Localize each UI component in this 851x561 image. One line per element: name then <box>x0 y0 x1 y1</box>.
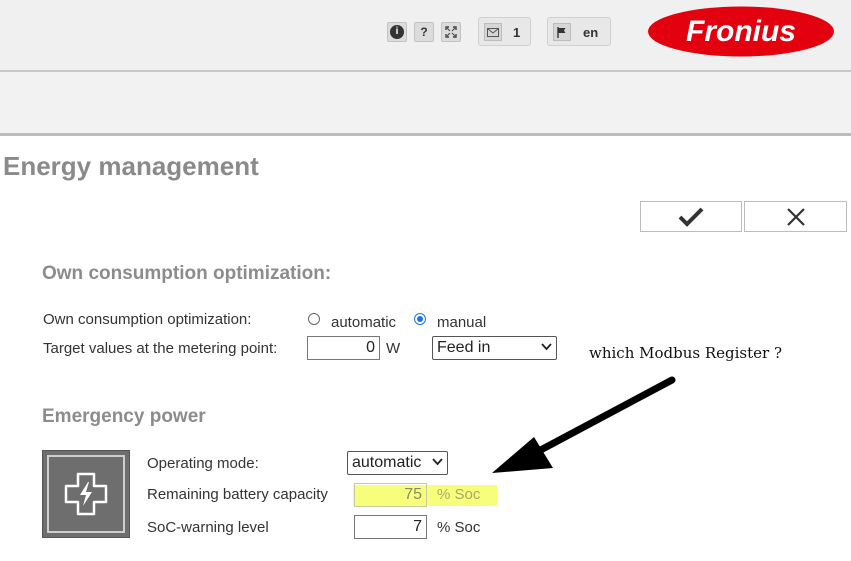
emergency-power-tile <box>42 450 130 538</box>
operating-mode-value: automatic <box>352 454 422 471</box>
cancel-button[interactable] <box>744 201 847 232</box>
target-unit-label: W <box>386 340 401 357</box>
sub-header-band <box>0 72 851 136</box>
chevron-down-icon <box>432 458 443 466</box>
target-values-label: Target values at the metering point: <box>43 340 278 357</box>
remaining-capacity-input[interactable]: 75 <box>354 483 427 507</box>
info-icon: i <box>390 25 404 39</box>
radio-automatic[interactable] <box>308 313 320 325</box>
help-button[interactable]: ? <box>414 22 434 42</box>
chevron-down-icon <box>541 343 552 351</box>
info-button[interactable]: i <box>387 22 407 42</box>
page-title: Energy management <box>3 151 259 181</box>
remaining-capacity-label: Remaining battery capacity <box>147 486 328 503</box>
fronius-logo: Fronius <box>647 6 835 57</box>
messages-button[interactable]: 1 <box>478 17 531 46</box>
own-consumption-mode-label: Own consumption optimization: <box>43 311 252 328</box>
save-button[interactable] <box>640 201 742 232</box>
close-icon <box>786 207 805 226</box>
target-value-input[interactable]: 0 <box>307 336 380 360</box>
annotation-arrow-icon <box>492 376 676 473</box>
flag-icon <box>553 23 571 41</box>
direction-select-value: Feed in <box>437 339 491 356</box>
logo-text: Fronius <box>686 15 796 48</box>
envelope-icon <box>484 23 502 41</box>
annotation-text: which Modbus Register ? <box>589 344 783 362</box>
messages-count: 1 <box>513 25 521 40</box>
checkmark-icon <box>678 207 704 227</box>
language-button[interactable]: en <box>547 17 611 46</box>
emergency-power-icon <box>64 472 108 516</box>
soc-warning-input[interactable]: 7 <box>354 515 427 539</box>
operating-mode-label: Operating mode: <box>147 455 259 472</box>
operating-mode-select[interactable]: automatic <box>347 451 448 475</box>
radio-manual[interactable] <box>414 313 426 325</box>
soc-warning-label: SoC-warning level <box>147 519 269 536</box>
radio-automatic-label: automatic <box>331 314 397 331</box>
top-bar: i ? 1 en Fronius <box>0 0 851 72</box>
soc-warning-unit: % Soc <box>437 519 481 536</box>
radio-manual-label: manual <box>437 314 487 331</box>
fullscreen-button[interactable] <box>441 22 461 42</box>
emergency-power-heading: Emergency power <box>42 406 206 427</box>
language-label: en <box>583 25 599 40</box>
own-consumption-heading: Own consumption optimization: <box>42 263 332 284</box>
help-icon: ? <box>420 25 428 39</box>
direction-select[interactable]: Feed in <box>432 336 557 360</box>
fullscreen-icon <box>445 26 457 38</box>
remaining-capacity-unit: % Soc <box>437 486 481 503</box>
